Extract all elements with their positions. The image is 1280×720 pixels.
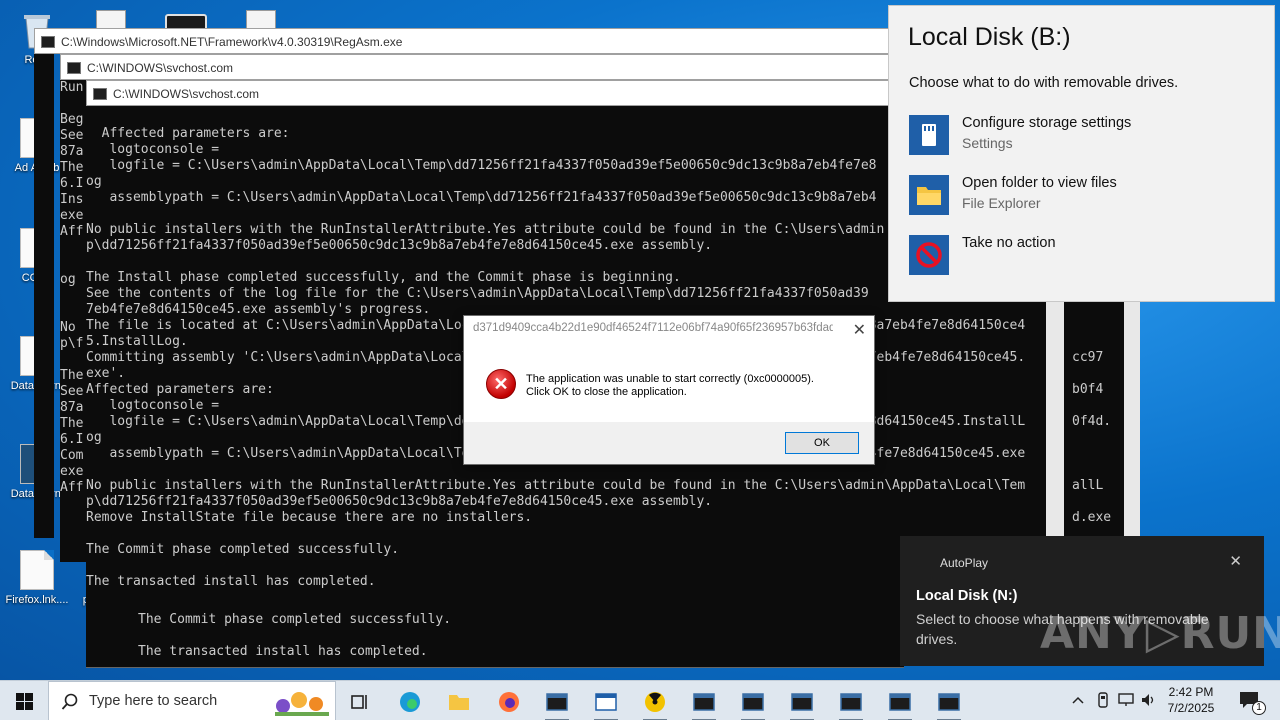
file-explorer-icon <box>909 175 949 215</box>
regasm-window-titlebar[interactable]: C:\Windows\Microsoft.NET\Framework\v4.0.… <box>34 28 904 54</box>
error-icon: ✕ <box>486 369 516 399</box>
taskbar-console-3[interactable] <box>733 685 773 720</box>
window-app-icon <box>595 693 617 711</box>
console-app-icon <box>889 693 911 711</box>
error-dialog: d371d9409cca4b22d1e90df46524f7112e06bf74… <box>463 315 875 465</box>
firefox-icon <box>499 692 519 712</box>
dialog-message-line2: Click OK to close the application. <box>526 386 687 398</box>
console-icon <box>67 62 81 74</box>
system-tray <box>1066 681 1160 720</box>
search-placeholder: Type here to search <box>89 693 218 709</box>
dialog-message: The application was unable to start corr… <box>526 373 814 399</box>
volume-icon[interactable] <box>1141 693 1157 707</box>
taskbar-console-7[interactable] <box>929 685 969 720</box>
taskbar-clock[interactable]: 2:42 PM 7/2/2025 <box>1160 684 1222 716</box>
task-view-icon <box>351 695 367 709</box>
option-sublabel: Settings <box>962 135 1013 151</box>
search-icon <box>61 693 78 710</box>
dialog-message-line1: The application was unable to start corr… <box>526 373 814 385</box>
anyrun-watermark: ANY▷RUN <box>1040 608 1280 659</box>
dialog-title: d371d9409cca4b22d1e90df46524f7112e06bf74… <box>473 322 833 334</box>
option-label: Take no action <box>962 235 1056 251</box>
radiation-icon <box>645 692 665 712</box>
option-open-folder[interactable]: Open folder to view files File Explorer <box>909 173 1259 217</box>
console-text: cc97 b0f4 0f4d. allL d.exe \Tem <box>1072 350 1112 525</box>
folder-icon <box>449 695 469 710</box>
network-icon[interactable] <box>1118 693 1134 707</box>
console-app-icon <box>791 693 813 711</box>
taskbar-console-1[interactable] <box>537 685 577 720</box>
option-configure-storage[interactable]: Configure storage settings Settings <box>909 113 1259 157</box>
right-console-scrollbar[interactable] <box>1124 300 1140 536</box>
toast-app-name: AutoPlay <box>940 556 989 570</box>
taskbar-firefox[interactable] <box>489 685 529 719</box>
console-text: The Commit phase completed successfully.… <box>138 612 452 659</box>
svchost-window-1-titlebar[interactable]: C:\WINDOWS\svchost.com <box>60 54 904 80</box>
storage-settings-icon <box>909 115 949 155</box>
chevron-up-icon[interactable] <box>1072 695 1084 705</box>
console-icon <box>41 36 55 48</box>
taskbar-hazard-app[interactable] <box>635 685 675 720</box>
notification-count-badge: 1 <box>1252 701 1266 715</box>
window-title: C:\Windows\Microsoft.NET\Framework\v4.0.… <box>61 35 403 49</box>
window-title: C:\WINDOWS\svchost.com <box>87 61 234 75</box>
usb-drive-icon[interactable] <box>1096 692 1110 708</box>
option-label: Open folder to view files <box>962 175 1117 191</box>
edge-icon <box>400 692 420 712</box>
right-console-strip <box>1044 300 1064 536</box>
window-title: C:\WINDOWS\svchost.com <box>113 87 260 101</box>
console-app-icon <box>546 693 568 711</box>
ok-button[interactable]: OK <box>785 432 859 454</box>
autoplay-title: Local Disk (B:) <box>908 23 1071 51</box>
taskbar-edge[interactable] <box>390 685 430 719</box>
console-app-icon <box>938 693 960 711</box>
search-highlight-flowers-icon <box>275 692 329 716</box>
taskbar-console-4[interactable] <box>782 685 822 720</box>
clock-date: 7/2/2025 <box>1167 701 1215 715</box>
taskbar-console-2[interactable] <box>684 685 724 720</box>
console-app-icon <box>693 693 715 711</box>
svchost-1-console-strip: Run Beg See 87a The 6.I Ins exe Aff og N… <box>60 80 86 562</box>
toast-close-icon[interactable]: ✕ <box>1229 552 1242 570</box>
no-action-icon <box>909 235 949 275</box>
start-button[interactable] <box>0 681 48 720</box>
svchost-window-2-titlebar[interactable]: C:\WINDOWS\svchost.com <box>86 80 904 106</box>
right-console-text-strip: cc97 b0f4 0f4d. allL d.exe \Tem <box>1064 302 1124 536</box>
dialog-close-icon[interactable]: ✕ <box>853 320 866 340</box>
option-sublabel: File Explorer <box>962 195 1041 211</box>
autoplay-subtitle: Choose what to do with removable drives. <box>909 75 1179 91</box>
shortcut-file-icon <box>20 550 54 590</box>
taskbar-console-6[interactable] <box>880 685 920 720</box>
option-label: Configure storage settings <box>962 115 1132 131</box>
dialog-footer: OK <box>464 422 874 464</box>
toast-title: Local Disk (N:) <box>916 588 1018 604</box>
console-text: Run Beg See 87a The 6.I Ins exe Aff og N… <box>60 80 84 495</box>
taskbar-window-2[interactable] <box>586 685 626 720</box>
taskbar-search-box[interactable]: Type here to search <box>48 681 336 720</box>
taskbar-file-explorer[interactable] <box>439 685 479 719</box>
task-view-button[interactable] <box>340 685 380 719</box>
taskbar-console-5[interactable] <box>831 685 871 720</box>
option-take-no-action[interactable]: Take no action <box>909 233 1259 277</box>
console-icon <box>93 88 107 100</box>
taskbar: Type here to search 2:42 PM 7/2/2025 1 <box>0 680 1280 720</box>
autoplay-panel: Local Disk (B:) Choose what to do with r… <box>888 5 1275 302</box>
desktop-icon-label: Firefox.lnk.... <box>5 594 69 606</box>
clock-time: 2:42 PM <box>1168 685 1214 699</box>
notification-center-button[interactable]: 1 <box>1232 687 1272 717</box>
console-app-icon <box>840 693 862 711</box>
console-app-icon <box>742 693 764 711</box>
regasm-console <box>34 54 54 538</box>
